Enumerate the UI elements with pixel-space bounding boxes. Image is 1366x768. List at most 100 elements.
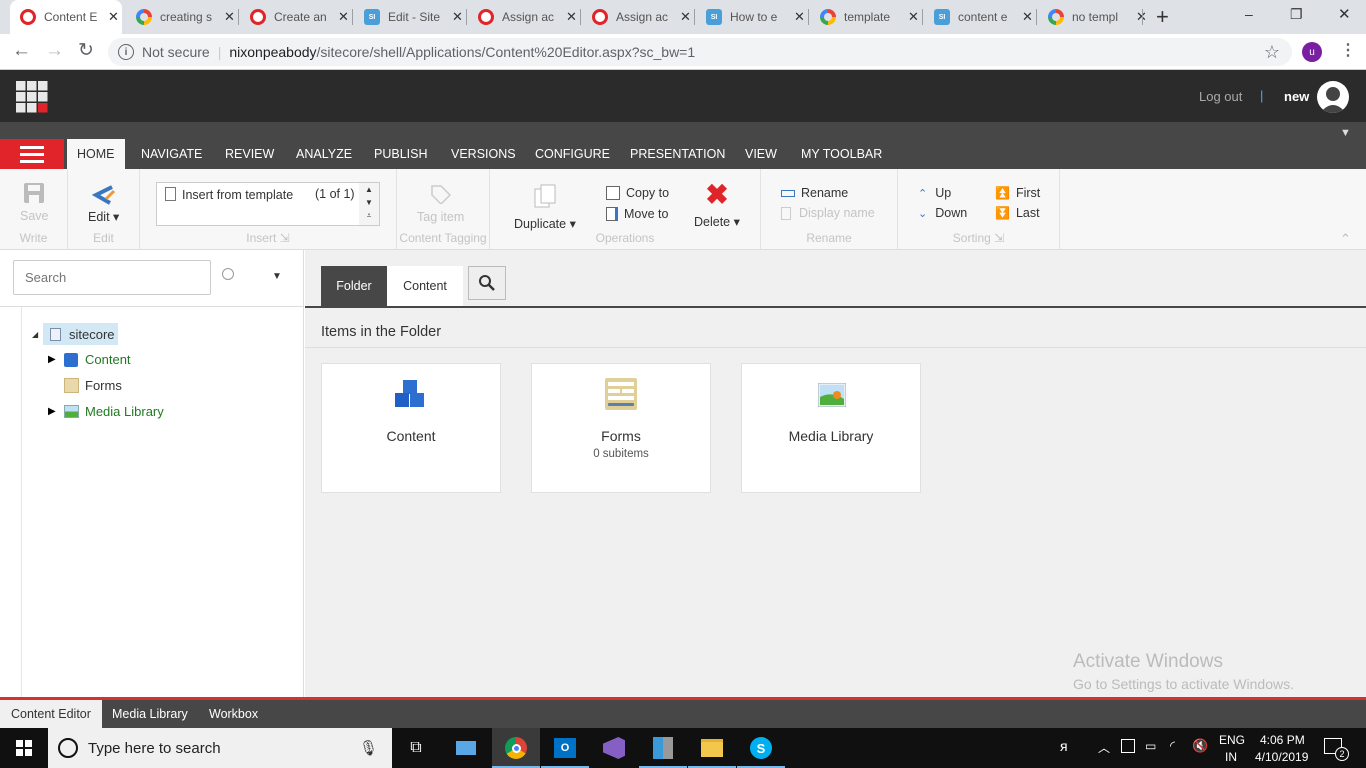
tab-content[interactable]: Content bbox=[387, 266, 463, 306]
sort-up-button[interactable]: ⌃ Up bbox=[918, 186, 951, 200]
logout-link[interactable]: Log out bbox=[1199, 89, 1242, 104]
wifi-icon[interactable]: ◜ bbox=[1170, 738, 1175, 754]
close-tab-icon[interactable]: ✕ bbox=[338, 9, 349, 25]
people-icon[interactable]: ᴙ bbox=[1060, 738, 1068, 754]
browser-tab[interactable]: Assign ac ✕ bbox=[468, 0, 578, 34]
show-hidden-icons-chevron[interactable]: ︿ bbox=[1098, 739, 1110, 756]
browser-tab[interactable]: Assign ac ✕ bbox=[582, 0, 692, 34]
ribbon-tab-publish[interactable]: PUBLISH bbox=[364, 139, 438, 169]
search-tab-button[interactable] bbox=[468, 266, 506, 300]
expand-arrow-icon[interactable]: ▶ bbox=[48, 406, 56, 417]
network-server-icon[interactable] bbox=[639, 728, 687, 768]
folder-card-forms[interactable]: Forms 0 subitems bbox=[531, 363, 711, 493]
close-tab-icon[interactable]: ✕ bbox=[566, 9, 577, 25]
folder-card-content[interactable]: Content bbox=[321, 363, 501, 493]
tree-node-content[interactable]: Content bbox=[64, 352, 131, 367]
remote-desktop-icon[interactable] bbox=[442, 728, 490, 768]
delete-button[interactable]: ✖ Delete ▾ bbox=[694, 181, 740, 230]
file-explorer-icon[interactable] bbox=[688, 728, 736, 768]
bottom-tab-content-editor[interactable]: Content Editor bbox=[0, 700, 102, 728]
security-alert-icon[interactable] bbox=[1121, 739, 1135, 753]
search-icon[interactable] bbox=[222, 268, 234, 280]
rename-button[interactable]: Rename bbox=[781, 186, 848, 200]
bottom-tab-media-library[interactable]: Media Library bbox=[101, 700, 199, 728]
ribbon-tab-navigate[interactable]: NAVIGATE bbox=[131, 139, 212, 169]
close-tab-icon[interactable]: ✕ bbox=[908, 9, 919, 25]
close-window-button[interactable]: ✕ bbox=[1338, 5, 1351, 23]
expand-arrow-icon[interactable]: ▶ bbox=[48, 354, 56, 365]
ribbon-tab-my-toolbar[interactable]: MY TOOLBAR bbox=[791, 139, 892, 169]
battery-icon[interactable]: ▭ bbox=[1145, 739, 1156, 753]
windows-start-icon[interactable] bbox=[0, 728, 48, 768]
close-tab-icon[interactable]: ✕ bbox=[452, 9, 463, 25]
hamburger-menu-icon[interactable] bbox=[0, 139, 64, 169]
browser-tab[interactable]: SI content e ✕ bbox=[924, 0, 1034, 34]
ribbon-tab-configure[interactable]: CONFIGURE bbox=[525, 139, 620, 169]
close-tab-icon[interactable]: ✕ bbox=[794, 9, 805, 25]
edit-button[interactable]: Edit ▾ bbox=[88, 185, 119, 224]
forward-icon[interactable]: → bbox=[45, 40, 64, 62]
duplicate-button[interactable]: Duplicate ▾ bbox=[514, 184, 576, 231]
volume-muted-icon[interactable]: 🔇 bbox=[1192, 738, 1208, 754]
bookmark-star-icon[interactable]: ☆ bbox=[1264, 42, 1280, 63]
move-to-button[interactable]: Move to bbox=[606, 207, 668, 221]
ribbon-tab-analyze[interactable]: ANALYZE bbox=[286, 139, 362, 169]
browser-tab[interactable]: Content E ✕ bbox=[10, 0, 122, 34]
ribbon-tab-view[interactable]: VIEW bbox=[735, 139, 787, 169]
back-icon[interactable]: ← bbox=[12, 40, 31, 62]
outlook-icon[interactable]: O bbox=[541, 728, 589, 768]
task-view-icon[interactable]: ⧉ bbox=[392, 728, 440, 768]
close-tab-icon[interactable]: ✕ bbox=[224, 9, 235, 25]
bottom-tab-workbox[interactable]: Workbox bbox=[198, 700, 269, 728]
collapse-arrow-icon[interactable]: ◢ bbox=[32, 330, 38, 339]
browser-tab[interactable]: no templ ✕ bbox=[1038, 0, 1148, 34]
chrome-icon[interactable] bbox=[492, 728, 540, 768]
ribbon-tab-home[interactable]: HOME bbox=[67, 139, 125, 169]
sort-last-button[interactable]: ⏬ Last bbox=[995, 206, 1040, 220]
search-input[interactable] bbox=[13, 260, 211, 295]
insert-from-template-item[interactable]: Insert from template bbox=[182, 188, 293, 202]
save-button[interactable]: Save bbox=[20, 183, 49, 223]
taskbar-search-box[interactable]: Type here to search 🎙 bbox=[48, 728, 392, 768]
tree-node-media-library[interactable]: Media Library bbox=[64, 404, 164, 419]
display-name-button[interactable]: Display name bbox=[781, 206, 875, 220]
browser-tab[interactable]: SI How to e ✕ bbox=[696, 0, 806, 34]
ribbon-tab-review[interactable]: REVIEW bbox=[215, 139, 284, 169]
gallery-scroll[interactable]: ▲ ▼ ⩡ bbox=[359, 183, 379, 225]
ribbon-tab-presentation[interactable]: PRESENTATION bbox=[620, 139, 735, 169]
tag-item-button[interactable]: Tag item bbox=[417, 184, 464, 224]
sort-first-button[interactable]: ⏫ First bbox=[995, 186, 1040, 200]
browser-tab[interactable]: Create an ✕ bbox=[240, 0, 350, 34]
browser-tab[interactable]: SI Edit - Site ✕ bbox=[354, 0, 464, 34]
notifications-icon[interactable]: 2 bbox=[1324, 738, 1349, 761]
clock-date[interactable]: 4/10/2019 bbox=[1255, 750, 1308, 764]
close-tab-icon[interactable]: ✕ bbox=[680, 9, 691, 25]
collapse-ribbon-icon[interactable]: ⌃ bbox=[1340, 231, 1351, 247]
address-bar[interactable]: i Not secure | nixonpeabody/sitecore/she… bbox=[108, 38, 1292, 66]
restore-button[interactable]: ❐ bbox=[1290, 6, 1303, 23]
tab-folder[interactable]: Folder bbox=[321, 266, 387, 306]
close-tab-icon[interactable]: ✕ bbox=[1022, 9, 1033, 25]
close-tab-icon[interactable]: ✕ bbox=[108, 9, 119, 25]
browser-tab[interactable]: template ✕ bbox=[810, 0, 920, 34]
language-indicator[interactable]: ENG bbox=[1219, 733, 1245, 747]
ribbon-tab-versions[interactable]: VERSIONS bbox=[441, 139, 526, 169]
sort-down-button[interactable]: ⌄ Down bbox=[918, 206, 967, 220]
tree-node-sitecore[interactable]: sitecore bbox=[43, 323, 118, 345]
menu-dots-icon[interactable]: ⋮ bbox=[1340, 40, 1356, 60]
copy-to-button[interactable]: Copy to bbox=[606, 186, 669, 200]
launchpad-logo-icon[interactable] bbox=[16, 81, 48, 113]
folder-card-media-library[interactable]: Media Library bbox=[741, 363, 921, 493]
minimize-button[interactable]: – bbox=[1245, 6, 1253, 22]
info-icon[interactable]: i bbox=[118, 44, 134, 60]
insert-gallery[interactable]: Insert from template (1 of 1) ▲ ▼ ⩡ bbox=[156, 182, 380, 226]
browser-tab[interactable]: creating s ✕ bbox=[126, 0, 236, 34]
visual-studio-icon[interactable] bbox=[590, 728, 638, 768]
reload-icon[interactable]: ↻ bbox=[78, 39, 94, 62]
new-tab-button[interactable]: + bbox=[1156, 4, 1169, 30]
user-avatar-icon[interactable] bbox=[1317, 81, 1349, 113]
dropdown-arrow-icon[interactable]: ▼ bbox=[1340, 127, 1351, 139]
search-options-dropdown-icon[interactable]: ▼ bbox=[272, 271, 282, 282]
profile-avatar[interactable]: u bbox=[1302, 42, 1322, 62]
tree-node-forms[interactable]: Forms bbox=[64, 378, 122, 393]
